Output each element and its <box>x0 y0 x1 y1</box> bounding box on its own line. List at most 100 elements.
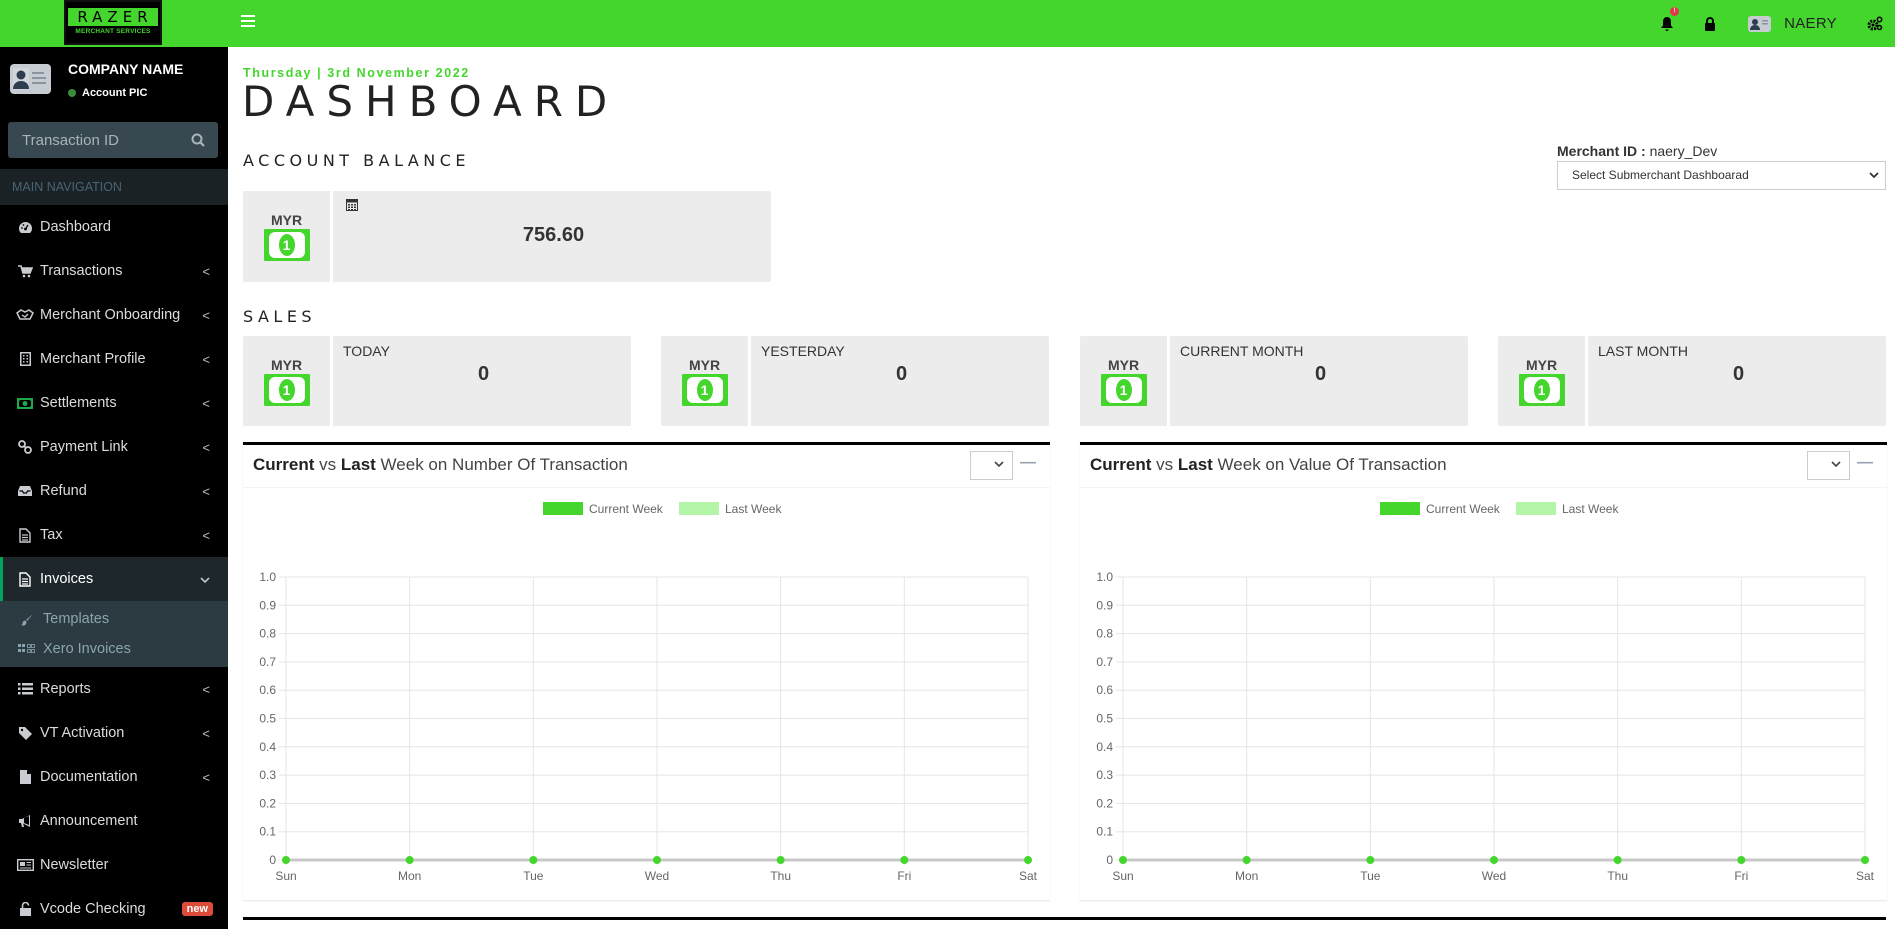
title-last: Last <box>340 455 376 474</box>
chart-legend: Current Week Last Week <box>543 502 782 516</box>
grid-icon <box>17 643 37 655</box>
sidebar-menu: Dashboard Transactions < Merchant Onboar… <box>0 205 228 931</box>
newspaper-icon <box>15 859 35 871</box>
bell-icon <box>1661 16 1674 31</box>
x-tick-label: Sat <box>1019 869 1038 883</box>
sidebar-item-payment-link[interactable]: Payment Link < <box>0 425 228 469</box>
data-point <box>1861 856 1869 864</box>
sidebar-item-newsletter[interactable]: Newsletter <box>0 843 228 887</box>
sidebar-item-label: Vcode Checking <box>40 901 146 917</box>
user-name[interactable]: NAERY <box>1784 15 1837 32</box>
legend-swatch <box>679 502 719 515</box>
chart-panel-value-of-transaction: Current vs Last Week on Value Of Transac… <box>1080 442 1887 900</box>
collapse-button[interactable]: — <box>1857 454 1873 472</box>
currency-box: MYR 1 <box>1498 336 1588 426</box>
sales-card-label: TODAY <box>343 343 390 359</box>
main-navigation-header: MAIN NAVIGATION <box>0 169 228 205</box>
bullhorn-icon <box>15 814 35 828</box>
logo-word: RAZER <box>68 7 158 26</box>
panel-filter-select[interactable] <box>970 451 1013 480</box>
legend-label: Current Week <box>1426 502 1501 516</box>
sidebar-item-refund[interactable]: Refund < <box>0 469 228 513</box>
sidebar-item-label: Transactions <box>40 263 123 279</box>
x-tick-label: Wed <box>1482 869 1506 883</box>
search-icon[interactable] <box>191 133 205 147</box>
sidebar-item-invoices[interactable]: Invoices <box>0 557 228 601</box>
sales-card-last-month: MYR 1 LAST MONTH 0 <box>1498 336 1886 426</box>
page-title: DASHBOARD <box>242 77 620 126</box>
chevron-down-icon <box>1869 162 1879 200</box>
sidebar-item-merchant-onboarding[interactable]: Merchant Onboarding < <box>0 293 228 337</box>
lock-button[interactable] <box>1704 16 1716 31</box>
merchant-id-value: naery_Dev <box>1649 143 1718 159</box>
money-bill-icon: 1 <box>1518 373 1565 406</box>
sidebar-item-label: Reports <box>40 681 91 697</box>
razer-logo[interactable]: RAZER MERCHANT SERVICES <box>64 0 162 45</box>
logo-subtitle: MERCHANT SERVICES <box>68 25 158 38</box>
sales-card-yesterday: MYR 1 YESTERDAY 0 <box>661 336 1049 426</box>
sidebar-subitem-templates[interactable]: Templates <box>0 604 228 634</box>
sidebar-item-settlements[interactable]: Settlements < <box>0 381 228 425</box>
sales-card-label: LAST MONTH <box>1598 343 1688 359</box>
notifications-button[interactable]: ! <box>1660 6 1680 32</box>
cogs-icon <box>1867 16 1883 30</box>
sidebar-item-merchant-profile[interactable]: Merchant Profile < <box>0 337 228 381</box>
menu-toggle-icon[interactable] <box>241 15 255 29</box>
company-name: COMPANY NAME <box>68 61 184 77</box>
online-dot-icon <box>68 89 76 97</box>
data-point <box>1119 856 1127 864</box>
submerchant-select-value: Select Submerchant Dashboarad <box>1572 168 1749 182</box>
x-tick-label: Sun <box>275 869 296 883</box>
handshake-icon <box>15 309 35 321</box>
chevron-down-icon <box>200 572 210 587</box>
sidebar-item-documentation[interactable]: Documentation < <box>0 755 228 799</box>
panel-filter-select[interactable] <box>1807 451 1850 480</box>
currency-box: MYR 1 <box>1080 336 1170 426</box>
currency-label: MYR <box>270 212 303 228</box>
user-avatar[interactable] <box>1748 15 1772 32</box>
sales-card-value: 0 <box>1732 363 1745 385</box>
currency-box: MYR 1 <box>243 336 333 426</box>
sidebar-item-announcement[interactable]: Announcement <box>0 799 228 843</box>
sidebar-item-vt-activation[interactable]: VT Activation < <box>0 711 228 755</box>
x-tick-label: Fri <box>1734 869 1748 883</box>
y-tick-label: 0.4 <box>1096 740 1113 754</box>
currency-label: MYR <box>1107 356 1140 373</box>
chevron-down-icon <box>1831 461 1841 468</box>
dashboard-icon <box>15 221 35 234</box>
sidebar-item-label: Tax <box>40 527 63 543</box>
sidebar-item-label: Merchant Onboarding <box>40 307 181 323</box>
chart-value-of-transaction: Current Week Last Week 0 0.1 0.2 0.3 0.4 0.5 0.6… <box>1096 502 1875 883</box>
x-tick-label: Sat <box>1856 869 1875 883</box>
data-point <box>405 856 414 864</box>
collapse-button[interactable]: — <box>1020 454 1036 472</box>
file-icon <box>15 770 35 784</box>
sidebar-item-label: Newsletter <box>40 857 109 873</box>
sidebar-item-reports[interactable]: Reports < <box>0 667 228 711</box>
merchant-id: Merchant ID : naery_Dev <box>1557 143 1717 159</box>
sidebar-item-tax[interactable]: Tax < <box>0 513 228 557</box>
data-point <box>1242 856 1251 864</box>
sidebar-item-vcode-checking[interactable]: Vcode Checking new <box>0 887 228 931</box>
transaction-id-input[interactable] <box>8 122 218 158</box>
y-tick-label: 0.4 <box>259 740 276 754</box>
title-current: Current <box>253 455 315 474</box>
legend-swatch <box>1380 502 1420 515</box>
chevron-left-icon: < <box>202 307 210 323</box>
y-tick-label: 0.2 <box>1096 796 1113 810</box>
top-navbar: RAZER MERCHANT SERVICES ! NAERY <box>0 0 1895 47</box>
sidebar-item-label: Announcement <box>40 813 138 829</box>
sidebar-subitem-xero-invoices[interactable]: Xero Invoices <box>0 634 228 664</box>
sidebar-item-dashboard[interactable]: Dashboard <box>0 205 228 249</box>
sidebar-item-transactions[interactable]: Transactions < <box>0 249 228 293</box>
submerchant-select[interactable]: Select Submerchant Dashboarad <box>1557 161 1886 190</box>
legend-label: Current Week <box>589 502 664 516</box>
x-tick-label: Tue <box>1360 869 1381 883</box>
legend-label: Last Week <box>725 502 782 516</box>
y-tick-label: 0.9 <box>259 598 276 612</box>
chevron-left-icon: < <box>202 769 210 785</box>
data-point <box>776 856 785 864</box>
settings-button[interactable] <box>1867 16 1883 32</box>
sales-card-label: YESTERDAY <box>761 343 845 359</box>
chevron-left-icon: < <box>202 527 210 543</box>
